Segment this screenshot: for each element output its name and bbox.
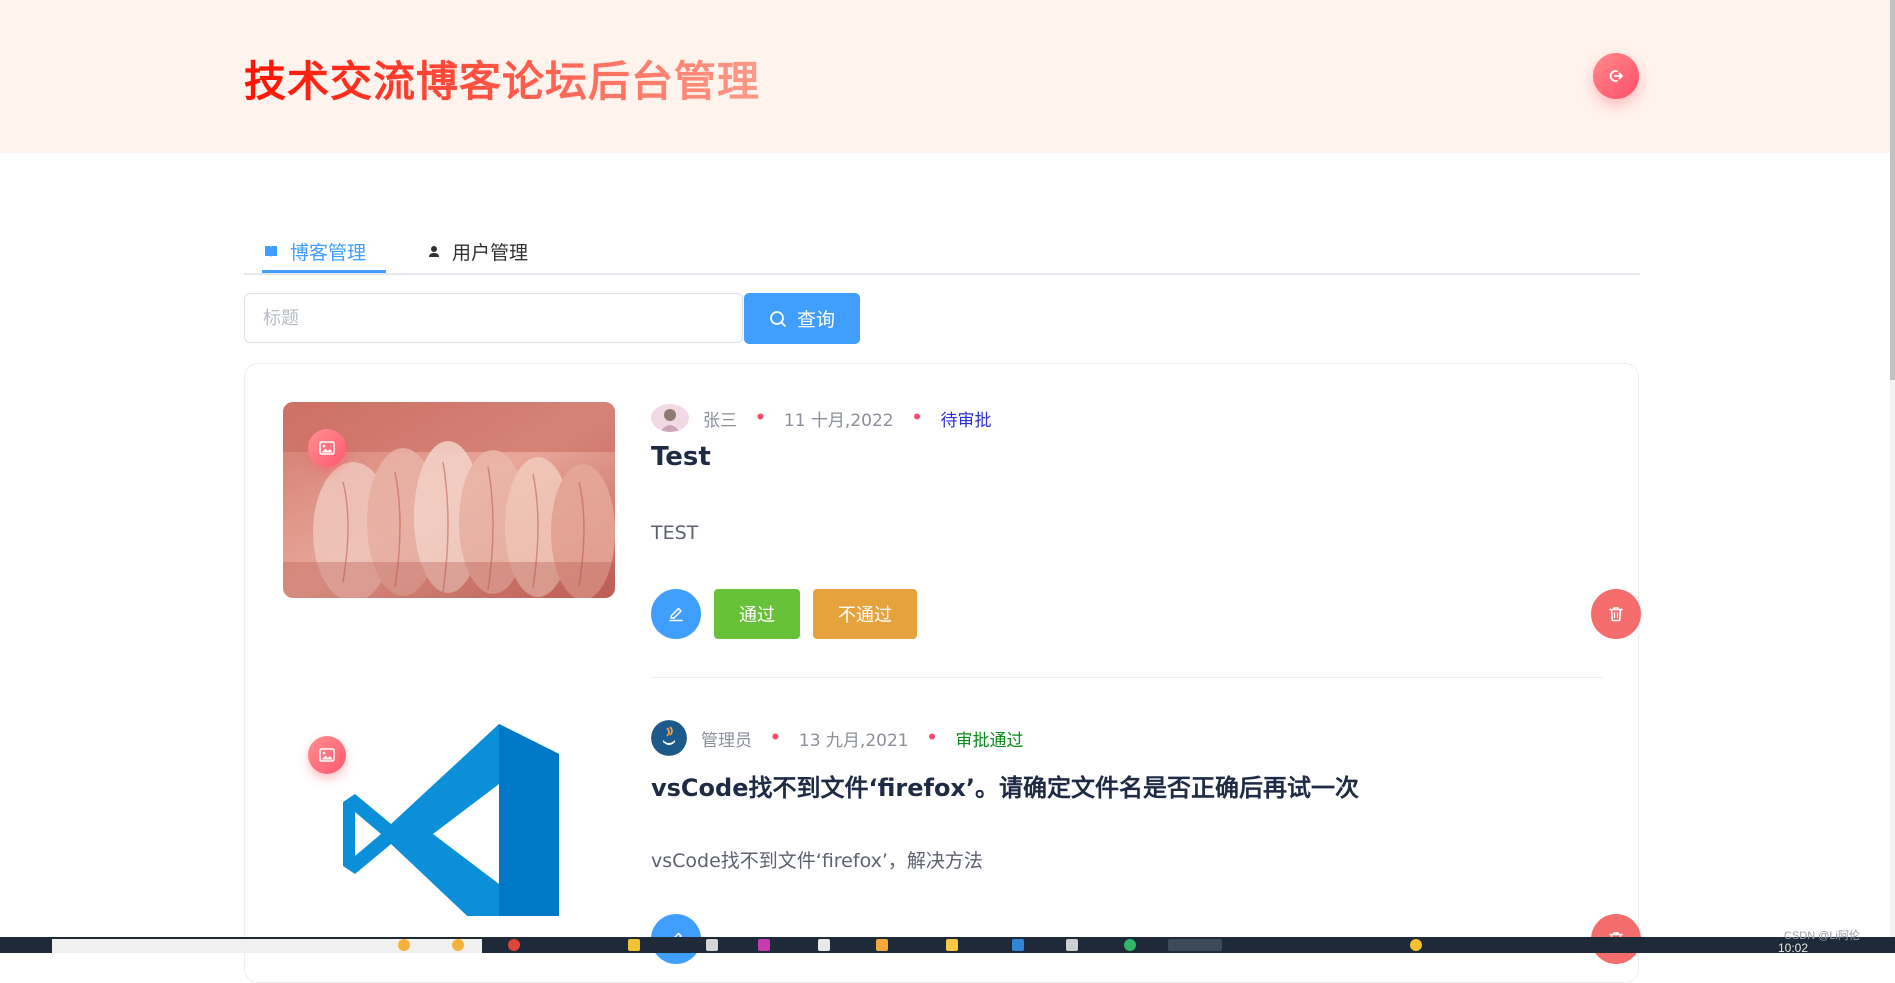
page-scrollbar[interactable] [1890,0,1895,937]
taskbar-app-icon[interactable] [758,939,770,951]
taskbar-app-icon[interactable] [1012,939,1024,951]
taskbar-app-icon[interactable] [628,939,640,951]
image-icon [319,441,335,455]
trash-icon [1609,607,1623,622]
page-header: 技术交流博客论坛后台管理 [0,0,1895,153]
logout-icon [1609,70,1623,82]
user-icon [428,245,440,258]
taskbar-app-icon[interactable] [946,939,958,951]
meta-separator: • [770,728,781,748]
tab-label: 用户管理 [452,242,529,264]
taskbar-active-app[interactable] [1168,939,1222,951]
image-badge [308,736,346,774]
taskbar-app-icon[interactable] [1124,939,1136,951]
tab-blog-management[interactable]: 博客管理 [261,232,387,273]
image-icon [319,748,335,762]
post-actions: 通过 不通过 [651,589,930,639]
post-item: 张三 • 11 十月,2022 • 待审批 Test TEST 通过 不通过 [283,402,1641,662]
tab-label: 博客管理 [290,242,367,264]
logout-button[interactable] [1593,53,1639,99]
post-date: 11 十月,2022 [783,410,894,431]
taskbar-app-icon[interactable] [452,939,464,951]
avatar [651,720,687,756]
post-thumbnail [283,402,615,598]
meta-separator: • [911,408,923,428]
os-taskbar [0,937,1895,953]
search-button-label: 查询 [796,309,835,331]
post-list-card: 张三 • 11 十月,2022 • 待审批 Test TEST 通过 不通过 管… [244,363,1641,983]
post-author: 张三 [703,410,737,431]
taskbar-app-icon[interactable] [1410,939,1422,951]
status-badge: 待审批 [940,410,992,431]
title-search-input[interactable] [244,293,743,343]
taskbar-app-icon[interactable] [706,939,718,951]
post-meta: 管理员 • 13 九月,2021 • 审批通过 [651,720,1023,756]
taskbar-app-icon[interactable] [818,939,830,951]
post-meta: 张三 • 11 十月,2022 • 待审批 [651,404,991,432]
avatar [651,404,689,432]
scrollbar-thumb[interactable] [1890,0,1895,380]
post-date: 13 九月,2021 [798,730,909,751]
edit-icon [669,607,683,622]
post-thumbnail [283,720,615,916]
delete-button[interactable] [1591,589,1641,639]
post-title[interactable]: Test [651,442,711,472]
search-icon [770,310,786,327]
search-button[interactable]: 查询 [744,293,860,344]
taskbar-search-box[interactable] [52,939,482,953]
meta-separator: • [926,728,938,748]
taskbar-app-icon[interactable] [508,939,520,951]
site-title: 技术交流博客论坛后台管理 [244,48,760,109]
meta-separator: • [755,408,766,428]
approve-button[interactable]: 通过 [714,589,800,639]
taskbar-app-icon[interactable] [398,939,410,951]
reject-button[interactable]: 不通过 [813,589,917,639]
post-title[interactable]: vsCode找不到文件‘firefox’。请确定文件名是否正确后再试一次 [651,768,1359,803]
book-icon [264,245,278,258]
post-divider [651,677,1603,678]
post-author: 管理员 [701,730,752,751]
edit-button[interactable] [651,589,701,639]
post-summary: TEST [651,522,699,544]
taskbar-app-icon[interactable] [876,939,888,951]
image-badge [308,429,346,467]
tab-bar: 博客管理 用户管理 [244,232,1640,275]
status-badge: 审批通过 [955,730,1024,751]
taskbar-app-icon[interactable] [1066,939,1078,951]
post-summary: vsCode找不到文件‘firefox’，解决方法 [651,850,983,872]
tab-user-management[interactable]: 用户管理 [428,232,528,271]
